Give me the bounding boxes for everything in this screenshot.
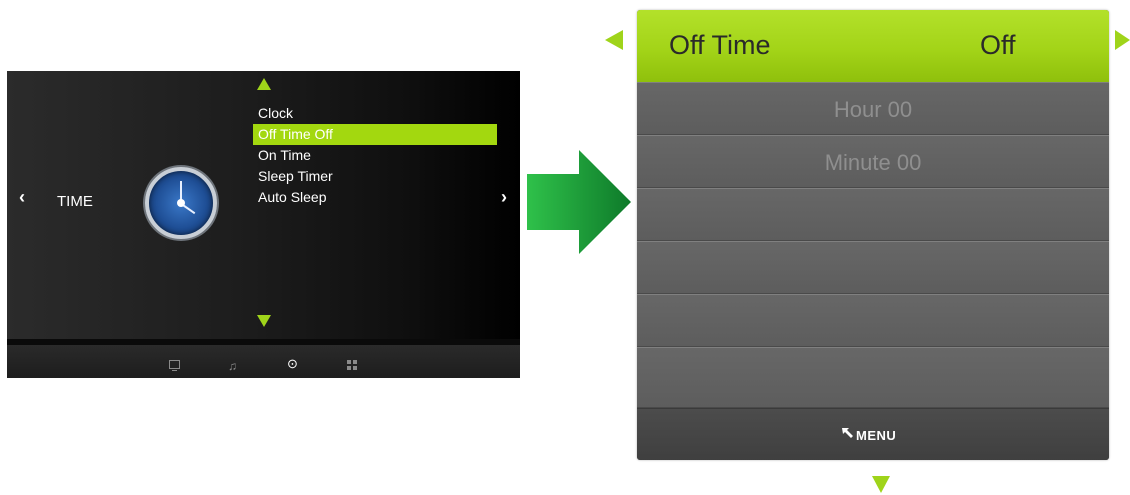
menu-item-sleep-timer[interactable]: Sleep Timer	[253, 166, 497, 187]
monitor-icon[interactable]	[169, 360, 180, 371]
menu-item-clock[interactable]: Clock	[253, 103, 497, 124]
value-increase-arrow-icon[interactable]	[1115, 30, 1130, 50]
empty-row	[637, 294, 1109, 347]
off-time-detail-panel: Off Time Off Hour 00 Minute 00 MENU	[637, 10, 1109, 460]
nav-right-arrow-icon[interactable]: ›	[501, 187, 507, 208]
scroll-down-arrow-icon[interactable]	[872, 476, 890, 493]
menu-back-bar[interactable]: MENU	[637, 408, 1109, 460]
panel-header[interactable]: Off Time Off	[637, 10, 1109, 82]
scroll-down-arrow-icon[interactable]	[257, 315, 271, 327]
hour-row[interactable]: Hour 00	[637, 82, 1109, 135]
time-menu-list: Clock Off Time Off On Time Sleep Timer A…	[253, 103, 497, 208]
category-tab-bar: ♫ ⊙	[7, 339, 520, 378]
setting-title: Off Time	[669, 30, 771, 60]
menu-item-on-time[interactable]: On Time	[253, 145, 497, 166]
music-note-icon[interactable]: ♫	[228, 360, 237, 372]
empty-row	[637, 241, 1109, 294]
clock-icon	[145, 167, 217, 239]
menu-item-off-time[interactable]: Off Time Off	[253, 124, 497, 145]
value-decrease-arrow-icon[interactable]	[605, 30, 623, 50]
grid-icon[interactable]	[347, 360, 357, 370]
hour-label: Hour 00	[833, 97, 913, 122]
clock-tab-icon[interactable]: ⊙	[287, 357, 298, 370]
empty-row	[637, 188, 1109, 241]
menu-button-label: MENU	[856, 428, 897, 443]
category-title: TIME	[57, 193, 93, 210]
empty-row	[637, 347, 1109, 408]
transition-arrow-icon	[527, 150, 631, 254]
menu-item-auto-sleep[interactable]: Auto Sleep	[253, 187, 497, 208]
back-arrow-icon	[842, 428, 853, 438]
minute-label: Minute 00	[824, 150, 922, 175]
tv-settings-menu: ‹ TIME Clock Off Time Off On Time Sleep …	[7, 71, 520, 378]
setting-value: Off	[980, 30, 1016, 60]
minute-row[interactable]: Minute 00	[637, 135, 1109, 188]
nav-left-arrow-icon[interactable]: ‹	[19, 187, 25, 208]
scroll-up-arrow-icon[interactable]	[257, 78, 271, 90]
